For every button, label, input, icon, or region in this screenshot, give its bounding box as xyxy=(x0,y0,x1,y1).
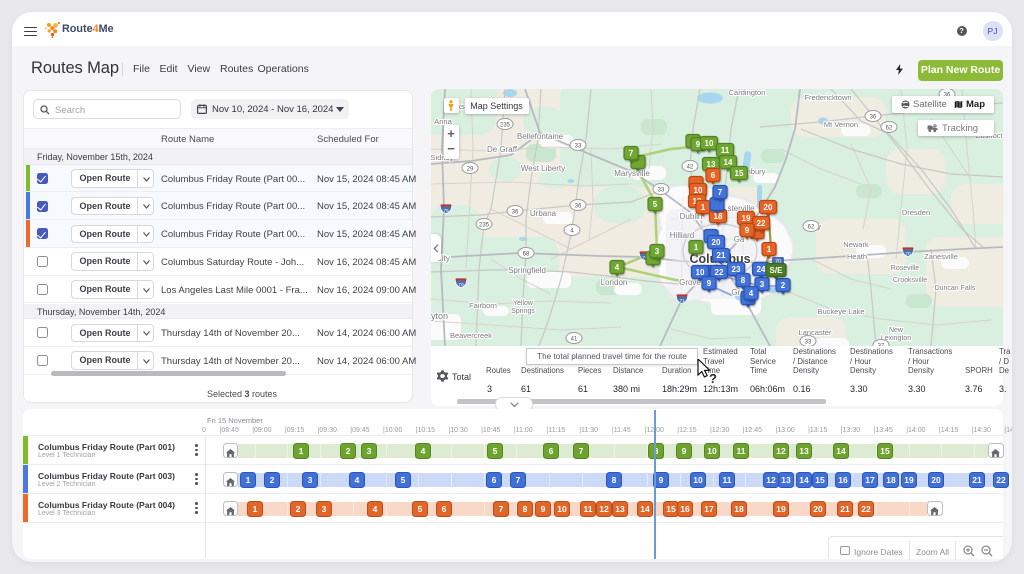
svg-text:Marysville: Marysville xyxy=(614,169,650,178)
svg-text:20: 20 xyxy=(712,238,721,247)
svg-text:15: 15 xyxy=(735,169,744,178)
svg-text:29: 29 xyxy=(467,166,474,172)
svg-text:5: 5 xyxy=(653,200,658,209)
svg-text:36: 36 xyxy=(512,209,519,215)
svg-text:nbury: nbury xyxy=(747,167,766,176)
svg-text:14: 14 xyxy=(724,158,733,167)
svg-text:36: 36 xyxy=(870,114,877,120)
svg-text:33: 33 xyxy=(658,187,665,193)
svg-text:Zanesville: Zanesville xyxy=(924,252,958,261)
svg-text:1: 1 xyxy=(694,243,699,252)
svg-text:75: 75 xyxy=(443,208,449,214)
svg-text:Bellefontaine: Bellefontaine xyxy=(517,132,564,141)
svg-text:18: 18 xyxy=(714,212,723,221)
svg-text:?: ? xyxy=(709,371,717,385)
svg-text:235: 235 xyxy=(479,222,490,228)
svg-text:Duncan Falls: Duncan Falls xyxy=(935,285,976,292)
svg-text:19: 19 xyxy=(742,214,751,223)
svg-text:33: 33 xyxy=(805,339,812,345)
svg-text:6: 6 xyxy=(711,171,716,180)
svg-text:9: 9 xyxy=(745,226,750,235)
svg-text:70: 70 xyxy=(905,251,911,257)
svg-text:3: 3 xyxy=(655,247,660,256)
svg-text:West Liberty: West Liberty xyxy=(521,164,565,173)
svg-text:2: 2 xyxy=(781,281,786,290)
svg-text:Cardington: Cardington xyxy=(729,89,766,97)
svg-text:235: 235 xyxy=(500,122,511,128)
svg-text:Mt Vernon: Mt Vernon xyxy=(824,120,858,129)
svg-text:9: 9 xyxy=(707,279,712,288)
svg-text:London: London xyxy=(601,278,628,287)
svg-text:37: 37 xyxy=(878,343,885,346)
svg-text:22: 22 xyxy=(757,219,766,228)
svg-text:10: 10 xyxy=(694,186,703,195)
svg-text:7: 7 xyxy=(629,149,634,158)
svg-text:New: New xyxy=(889,327,904,334)
svg-text:71: 71 xyxy=(679,298,685,304)
svg-text:Beavercreek: Beavercreek xyxy=(450,331,492,340)
svg-text:1: 1 xyxy=(701,203,706,212)
svg-text:11: 11 xyxy=(721,146,730,155)
svg-text:10: 10 xyxy=(705,139,714,148)
svg-text:23: 23 xyxy=(732,265,741,274)
svg-text:De Graff: De Graff xyxy=(487,145,518,154)
svg-text:36: 36 xyxy=(575,203,582,209)
svg-text:Buckeye Lake: Buckeye Lake xyxy=(817,307,864,316)
svg-text:Yellow: Yellow xyxy=(513,300,534,307)
svg-text:Fredericktown: Fredericktown xyxy=(804,93,851,102)
svg-text:70: 70 xyxy=(458,282,464,288)
svg-text:3: 3 xyxy=(760,280,765,289)
svg-text:4: 4 xyxy=(615,263,620,272)
svg-text:10: 10 xyxy=(696,268,705,277)
svg-text:7: 7 xyxy=(718,188,723,197)
svg-text:41: 41 xyxy=(571,336,578,342)
svg-text:22: 22 xyxy=(715,268,724,277)
svg-text:62: 62 xyxy=(886,125,893,131)
svg-text:20: 20 xyxy=(764,203,773,212)
svg-text:Springfield: Springfield xyxy=(508,266,546,275)
svg-text:42: 42 xyxy=(687,164,694,170)
svg-text:Heath: Heath xyxy=(847,252,867,261)
svg-text:Newark: Newark xyxy=(843,240,869,249)
svg-text:24: 24 xyxy=(757,265,766,274)
svg-text:Urbana: Urbana xyxy=(530,209,557,218)
svg-text:Dresden: Dresden xyxy=(902,208,930,217)
svg-text:21: 21 xyxy=(717,251,726,260)
svg-text:62: 62 xyxy=(808,224,815,230)
svg-text:13: 13 xyxy=(707,160,716,169)
svg-text:Lancaster: Lancaster xyxy=(799,328,832,337)
svg-text:ayton: ayton xyxy=(431,311,448,321)
svg-text:Fairborn: Fairborn xyxy=(469,301,497,310)
svg-text:Springs: Springs xyxy=(511,308,535,315)
svg-text:Roseville: Roseville xyxy=(891,265,920,272)
svg-text:33: 33 xyxy=(575,143,582,149)
svg-text:68: 68 xyxy=(523,251,530,257)
svg-text:8: 8 xyxy=(741,276,746,285)
svg-text:Crooksville: Crooksville xyxy=(893,277,927,284)
svg-text:4: 4 xyxy=(749,289,754,298)
svg-text:S/E: S/E xyxy=(770,266,784,275)
svg-text:Hilliard: Hilliard xyxy=(670,231,694,240)
svg-text:1: 1 xyxy=(767,245,772,254)
